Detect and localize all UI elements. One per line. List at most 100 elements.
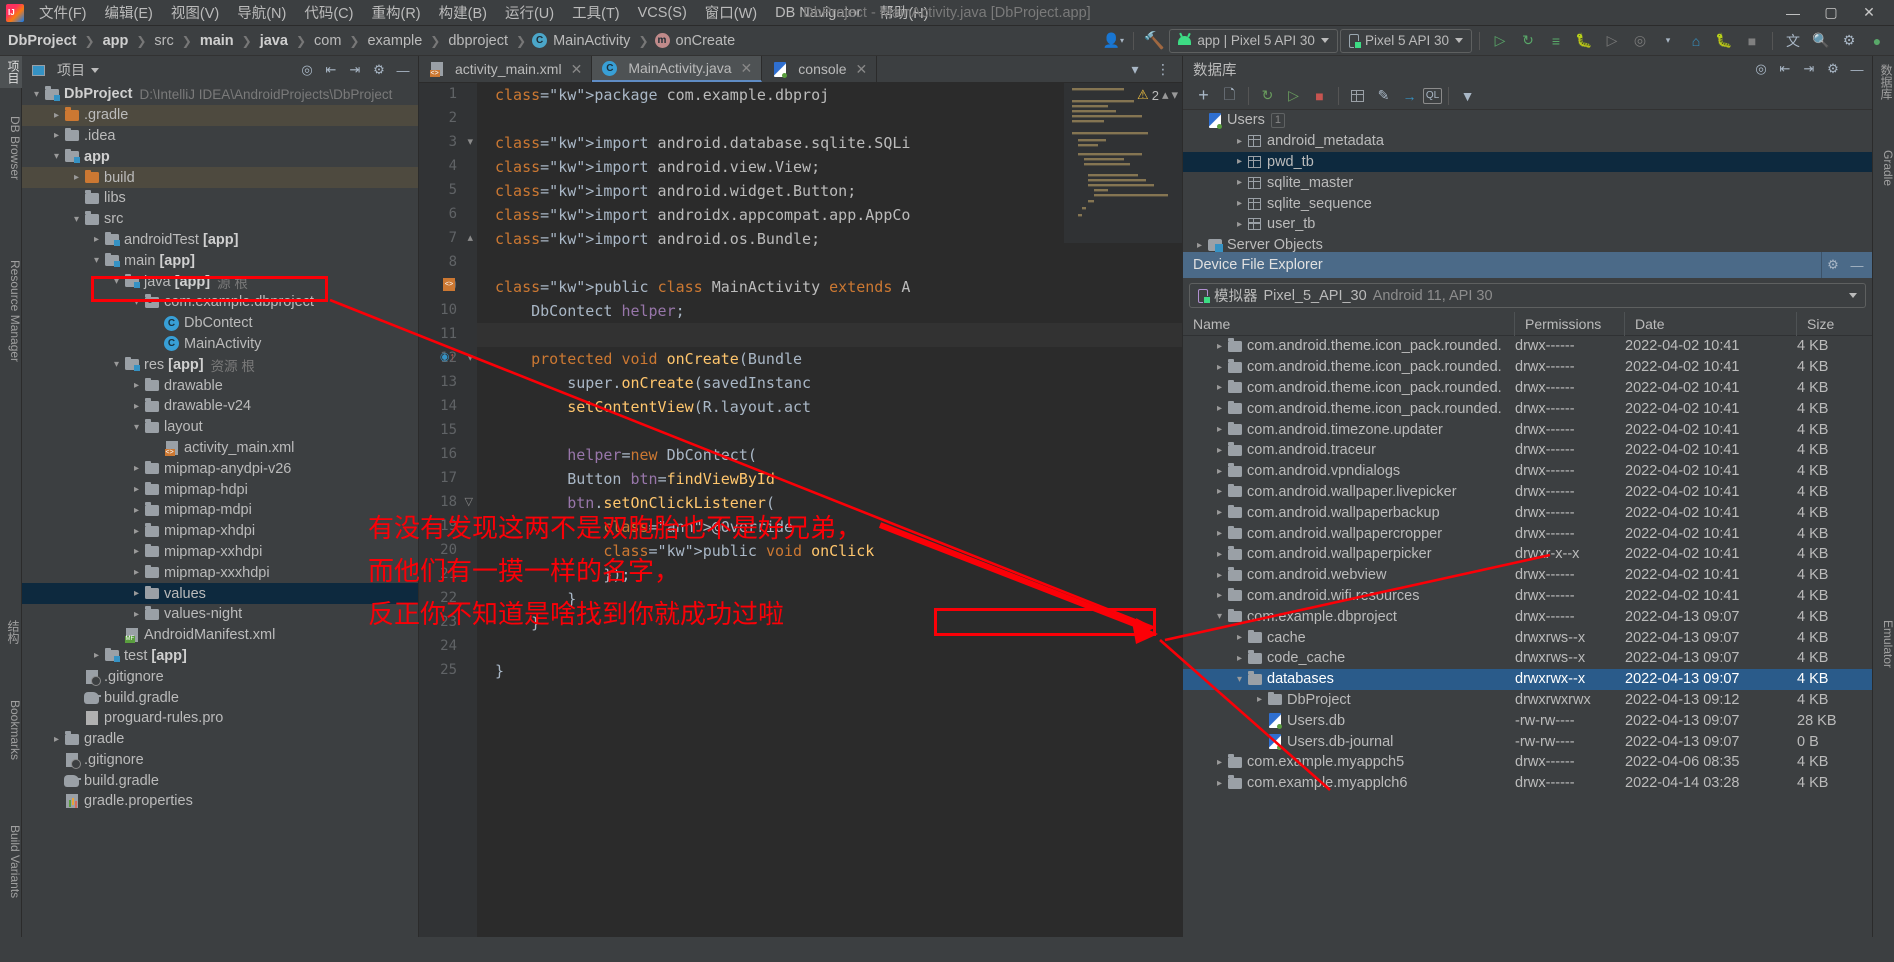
breadcrumb-src[interactable]: src: [152, 33, 175, 49]
query-console-icon[interactable]: QL: [1423, 87, 1442, 104]
project-tree-item[interactable]: ▸ drawable: [22, 375, 418, 396]
chevron-right-icon[interactable]: ▸: [1233, 136, 1246, 147]
project-tree-item[interactable]: ▸ mipmap-xhdpi: [22, 521, 418, 542]
chevron-right-icon[interactable]: ▸: [1233, 177, 1246, 188]
sidebar-item-emulator[interactable]: Emulator: [1873, 616, 1894, 672]
chevron-right-icon[interactable]: ▸: [130, 505, 143, 516]
chevron-right-icon[interactable]: ▸: [90, 234, 103, 245]
chevron-down-icon[interactable]: ▾: [130, 297, 143, 308]
chevron-right-icon[interactable]: ▸: [1193, 240, 1206, 251]
project-tree-item[interactable]: libs: [22, 188, 418, 209]
chevron-right-icon[interactable]: ▸: [130, 380, 143, 391]
device-selector[interactable]: Pixel 5 API 30: [1339, 28, 1472, 53]
chevron-right-icon[interactable]: ▸: [1233, 219, 1246, 230]
settings-icon[interactable]: ⚙: [1836, 29, 1862, 53]
tab-activity-main-xml[interactable]: activity_main.xml ✕: [419, 56, 593, 82]
table-row[interactable]: ▸ com.android.webview drwx------ 2022-04-02…: [1183, 565, 1872, 586]
run-configuration-selector[interactable]: app | Pixel 5 API 30: [1169, 28, 1338, 53]
database-tree[interactable]: Users 1 ▸ android_metadata ▸ pwd_tb ▸ sqlite_ma…: [1183, 110, 1872, 252]
menu-item-build[interactable]: 构建(B): [430, 0, 496, 25]
stop-icon[interactable]: ■: [1739, 29, 1765, 53]
table-row[interactable]: ▸ com.android.timezone.updater drwx------ 2…: [1183, 419, 1872, 440]
column-header-name[interactable]: Name: [1183, 311, 1515, 336]
sidebar-item-gradle[interactable]: Gradle: [1873, 146, 1894, 190]
apply-changes-icon[interactable]: ≡: [1543, 29, 1569, 53]
project-tree-item[interactable]: ▸ test [app]: [22, 646, 418, 667]
code-line[interactable]: }: [495, 659, 1182, 683]
code-line[interactable]: }: [495, 587, 1182, 611]
project-tree-item[interactable]: ▸ androidTest [app]: [22, 230, 418, 251]
project-tree-item[interactable]: ▸ mipmap-hdpi: [22, 479, 418, 500]
code-minimap[interactable]: [1064, 83, 1182, 243]
column-header-date[interactable]: Date: [1625, 311, 1797, 336]
filter-icon[interactable]: ▼: [1455, 84, 1480, 107]
run-script-icon[interactable]: ▷: [1281, 84, 1306, 107]
chevron-right-icon[interactable]: ▸: [1213, 466, 1226, 477]
expand-all-icon[interactable]: ⇤: [1774, 58, 1796, 80]
chevron-right-icon[interactable]: ▸: [90, 650, 103, 661]
chevron-right-icon[interactable]: ▸: [1233, 198, 1246, 209]
table-row[interactable]: ▸ com.android.theme.icon_pack.rounded. drw…: [1183, 336, 1872, 357]
fold-icon[interactable]: ▴: [467, 231, 473, 244]
menu-item-run[interactable]: 运行(U): [496, 0, 563, 25]
database-tree-item[interactable]: ▸ android_metadata: [1183, 131, 1872, 152]
locate-icon[interactable]: ◎: [296, 59, 318, 81]
table-row[interactable]: ▸ com.android.theme.icon_pack.rounded. drw…: [1183, 398, 1872, 419]
chevron-down-icon[interactable]: ▾: [90, 255, 103, 266]
project-tree-item[interactable]: ▸ .gradle: [22, 104, 418, 126]
chevron-down-icon[interactable]: ▾: [1233, 674, 1246, 685]
menu-item-db-navigator[interactable]: DB Navigator: [766, 3, 870, 23]
project-tree-item[interactable]: ▾ src: [22, 209, 418, 230]
edit-icon[interactable]: ✎: [1371, 84, 1396, 107]
chevron-down-icon[interactable]: ▾: [1171, 87, 1178, 103]
sidebar-item-resource-manager[interactable]: Resource Manager: [0, 256, 22, 366]
breadcrumb-mainactivity[interactable]: MainActivity: [551, 33, 632, 49]
table-row[interactable]: ▸ code_cache drwxrws--x 2022-04-13 09:07 4 K…: [1183, 648, 1872, 669]
chevron-right-icon[interactable]: ▸: [70, 172, 83, 183]
database-tree-item[interactable]: Users 1: [1183, 110, 1872, 131]
close-icon[interactable]: ✕: [856, 61, 868, 78]
project-tree-item[interactable]: ▸ build: [22, 167, 418, 188]
project-tree-item[interactable]: .gitignore: [22, 750, 418, 771]
table-row[interactable]: ▸ com.android.wallpapercropper drwx------ 2…: [1183, 523, 1872, 544]
chevron-right-icon[interactable]: ▸: [130, 567, 143, 578]
project-tree-item[interactable]: ▾ main [app]: [22, 250, 418, 271]
project-tree-item[interactable]: build.gradle: [22, 687, 418, 708]
chevron-right-icon[interactable]: ▸: [1233, 653, 1246, 664]
menu-item-tools[interactable]: 工具(T): [563, 0, 629, 25]
locate-icon[interactable]: ◎: [1750, 58, 1772, 80]
table-row[interactable]: ▸ com.android.traceur drwx------ 2022-04-02…: [1183, 440, 1872, 461]
table-row[interactable]: ▸ com.android.wifi.resources drwx------ 202…: [1183, 586, 1872, 607]
chevron-down-icon[interactable]: ▾: [1213, 611, 1226, 622]
breadcrumb-dbproject[interactable]: DbProject: [6, 33, 79, 49]
breadcrumb-app[interactable]: app: [101, 33, 131, 49]
chevron-up-icon[interactable]: ▴: [1162, 87, 1169, 103]
project-tree-item[interactable]: ▾ com.example.dbproject: [22, 292, 418, 313]
hammer-icon[interactable]: 🔨: [1141, 29, 1167, 53]
chevron-right-icon[interactable]: ▸: [1213, 362, 1226, 373]
chevron-right-icon[interactable]: ▸: [130, 546, 143, 557]
code-line[interactable]: protected void onCreate(Bundle: [495, 347, 1182, 371]
menu-item-navigate[interactable]: 导航(N): [228, 0, 295, 25]
table-row[interactable]: ▸ com.android.wallpaperpicker drwxr-x--x 20…: [1183, 544, 1872, 565]
project-tree-item[interactable]: ▸ mipmap-xxxhdpi: [22, 562, 418, 583]
run-icon[interactable]: ▷: [1487, 29, 1513, 53]
code-editor[interactable]: 1234567891011121314151617181920212223242…: [419, 83, 1182, 937]
table-row[interactable]: ▸ com.example.myappch5 drwx------ 2022-04-0…: [1183, 752, 1872, 773]
chevron-right-icon[interactable]: ▸: [1253, 694, 1266, 705]
project-tree-item[interactable]: ▸ mipmap-xxhdpi: [22, 542, 418, 563]
chevron-right-icon[interactable]: ▸: [130, 463, 143, 474]
collapse-all-icon[interactable]: ⇥: [344, 59, 366, 81]
sidebar-item-bookmarks[interactable]: Bookmarks: [0, 696, 22, 764]
chevron-down-icon[interactable]: [91, 67, 99, 73]
project-tree-item[interactable]: ▸ mipmap-mdpi: [22, 500, 418, 521]
menu-item-edit[interactable]: 编辑(E): [96, 0, 162, 25]
menu-item-vcs[interactable]: VCS(S): [629, 3, 696, 23]
code-line[interactable]: DbContect helper;: [495, 299, 1182, 323]
chevron-right-icon[interactable]: ▸: [1213, 341, 1226, 352]
sidebar-item-db-browser[interactable]: DB Browser: [0, 112, 22, 184]
table-row[interactable]: ▸ com.android.wallpaperbackup drwx------ 20…: [1183, 502, 1872, 523]
breadcrumb-example[interactable]: example: [365, 33, 424, 49]
gear-icon[interactable]: ⚙: [1822, 254, 1844, 276]
hide-icon[interactable]: —: [1846, 58, 1868, 80]
